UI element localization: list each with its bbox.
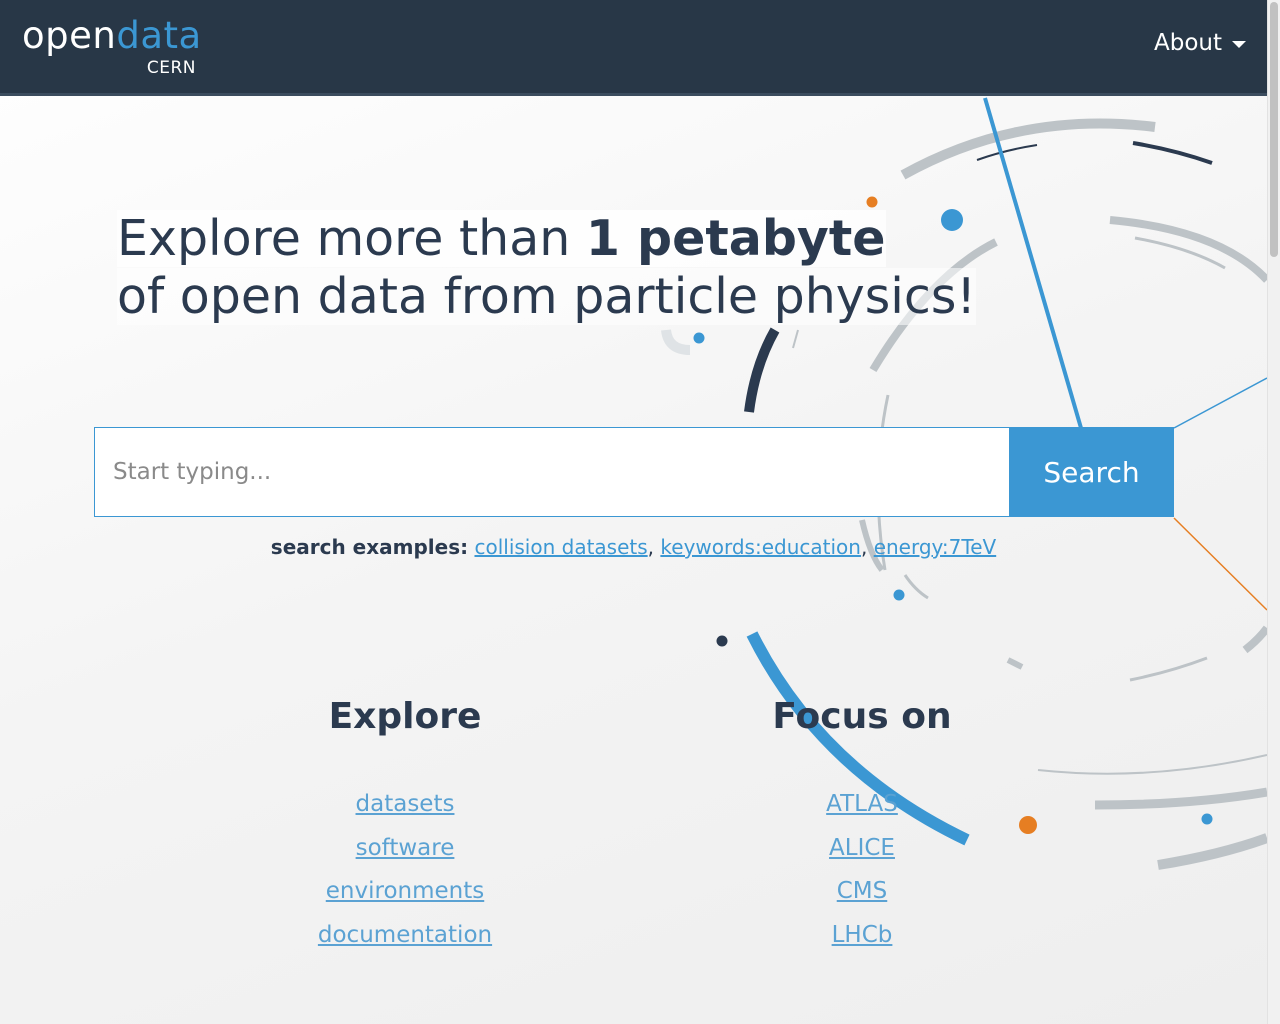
hero-heading: Explore more than 1 petabyte of open dat… bbox=[117, 210, 977, 326]
focus-link-cms[interactable]: CMS bbox=[837, 878, 888, 904]
focus-title: Focus on bbox=[772, 696, 952, 737]
example-link-keywords-education[interactable]: keywords:education bbox=[660, 535, 861, 559]
hero-line-1-prefix: Explore more than bbox=[117, 210, 586, 267]
caret-down-icon bbox=[1232, 40, 1246, 48]
explore-link-environments[interactable]: environments bbox=[326, 878, 484, 904]
focus-link-atlas[interactable]: ATLAS bbox=[826, 791, 898, 817]
explore-link-software[interactable]: software bbox=[356, 835, 455, 861]
list-item: ALICE bbox=[712, 827, 1012, 871]
example-link-energy-7tev[interactable]: energy:7TeV bbox=[874, 535, 997, 559]
search-button[interactable]: Search bbox=[1009, 427, 1174, 517]
hero-line-2-text: of open data from particle physics! bbox=[117, 268, 977, 325]
focus-links: ATLAS ALICE CMS LHCb bbox=[712, 783, 1012, 957]
explore-section: Explore datasets software environments d… bbox=[255, 695, 555, 957]
separator: , bbox=[860, 535, 868, 559]
about-dropdown[interactable]: About bbox=[1154, 30, 1246, 56]
hero-line-1: Explore more than 1 petabyte bbox=[117, 210, 976, 268]
focus-section: Focus on ATLAS ALICE CMS LHCb bbox=[712, 695, 1012, 957]
list-item: documentation bbox=[255, 914, 555, 958]
page-scrollbar[interactable] bbox=[1267, 0, 1280, 1024]
separator: , bbox=[647, 535, 655, 559]
list-item: software bbox=[255, 827, 555, 871]
list-item: datasets bbox=[255, 783, 555, 827]
list-item: CMS bbox=[712, 870, 1012, 914]
focus-link-lhcb[interactable]: LHCb bbox=[832, 922, 893, 948]
explore-link-datasets[interactable]: datasets bbox=[356, 791, 455, 817]
about-label: About bbox=[1153, 30, 1222, 56]
hero-line-2: of open data from particle physics! bbox=[117, 268, 977, 326]
example-link-collision-datasets[interactable]: collision datasets bbox=[474, 535, 647, 559]
search-examples: search examples: collision datasets, key… bbox=[0, 535, 1267, 559]
search-examples-label: search examples: bbox=[270, 535, 469, 559]
list-item: LHCb bbox=[712, 914, 1012, 958]
search-form: Search bbox=[94, 427, 1174, 517]
logo-wordmark: opendata bbox=[22, 14, 202, 58]
explore-link-documentation[interactable]: documentation bbox=[318, 922, 492, 948]
top-navbar: opendata CERN About bbox=[0, 0, 1280, 96]
explore-links: datasets software environments documenta… bbox=[255, 783, 555, 957]
opendata-logo[interactable]: opendata CERN bbox=[22, 14, 202, 84]
logo-data-text: data bbox=[116, 14, 202, 57]
logo-cern-text: CERN bbox=[146, 58, 196, 78]
list-item: environments bbox=[255, 870, 555, 914]
list-item: ATLAS bbox=[712, 783, 1012, 827]
focus-link-alice[interactable]: ALICE bbox=[829, 835, 895, 861]
search-input[interactable] bbox=[94, 427, 1009, 517]
logo-open-text: open bbox=[22, 14, 117, 57]
explore-title: Explore bbox=[328, 696, 482, 737]
hero-line-1-strong: 1 petabyte bbox=[585, 210, 886, 267]
scrollbar-thumb[interactable] bbox=[1270, 2, 1278, 257]
